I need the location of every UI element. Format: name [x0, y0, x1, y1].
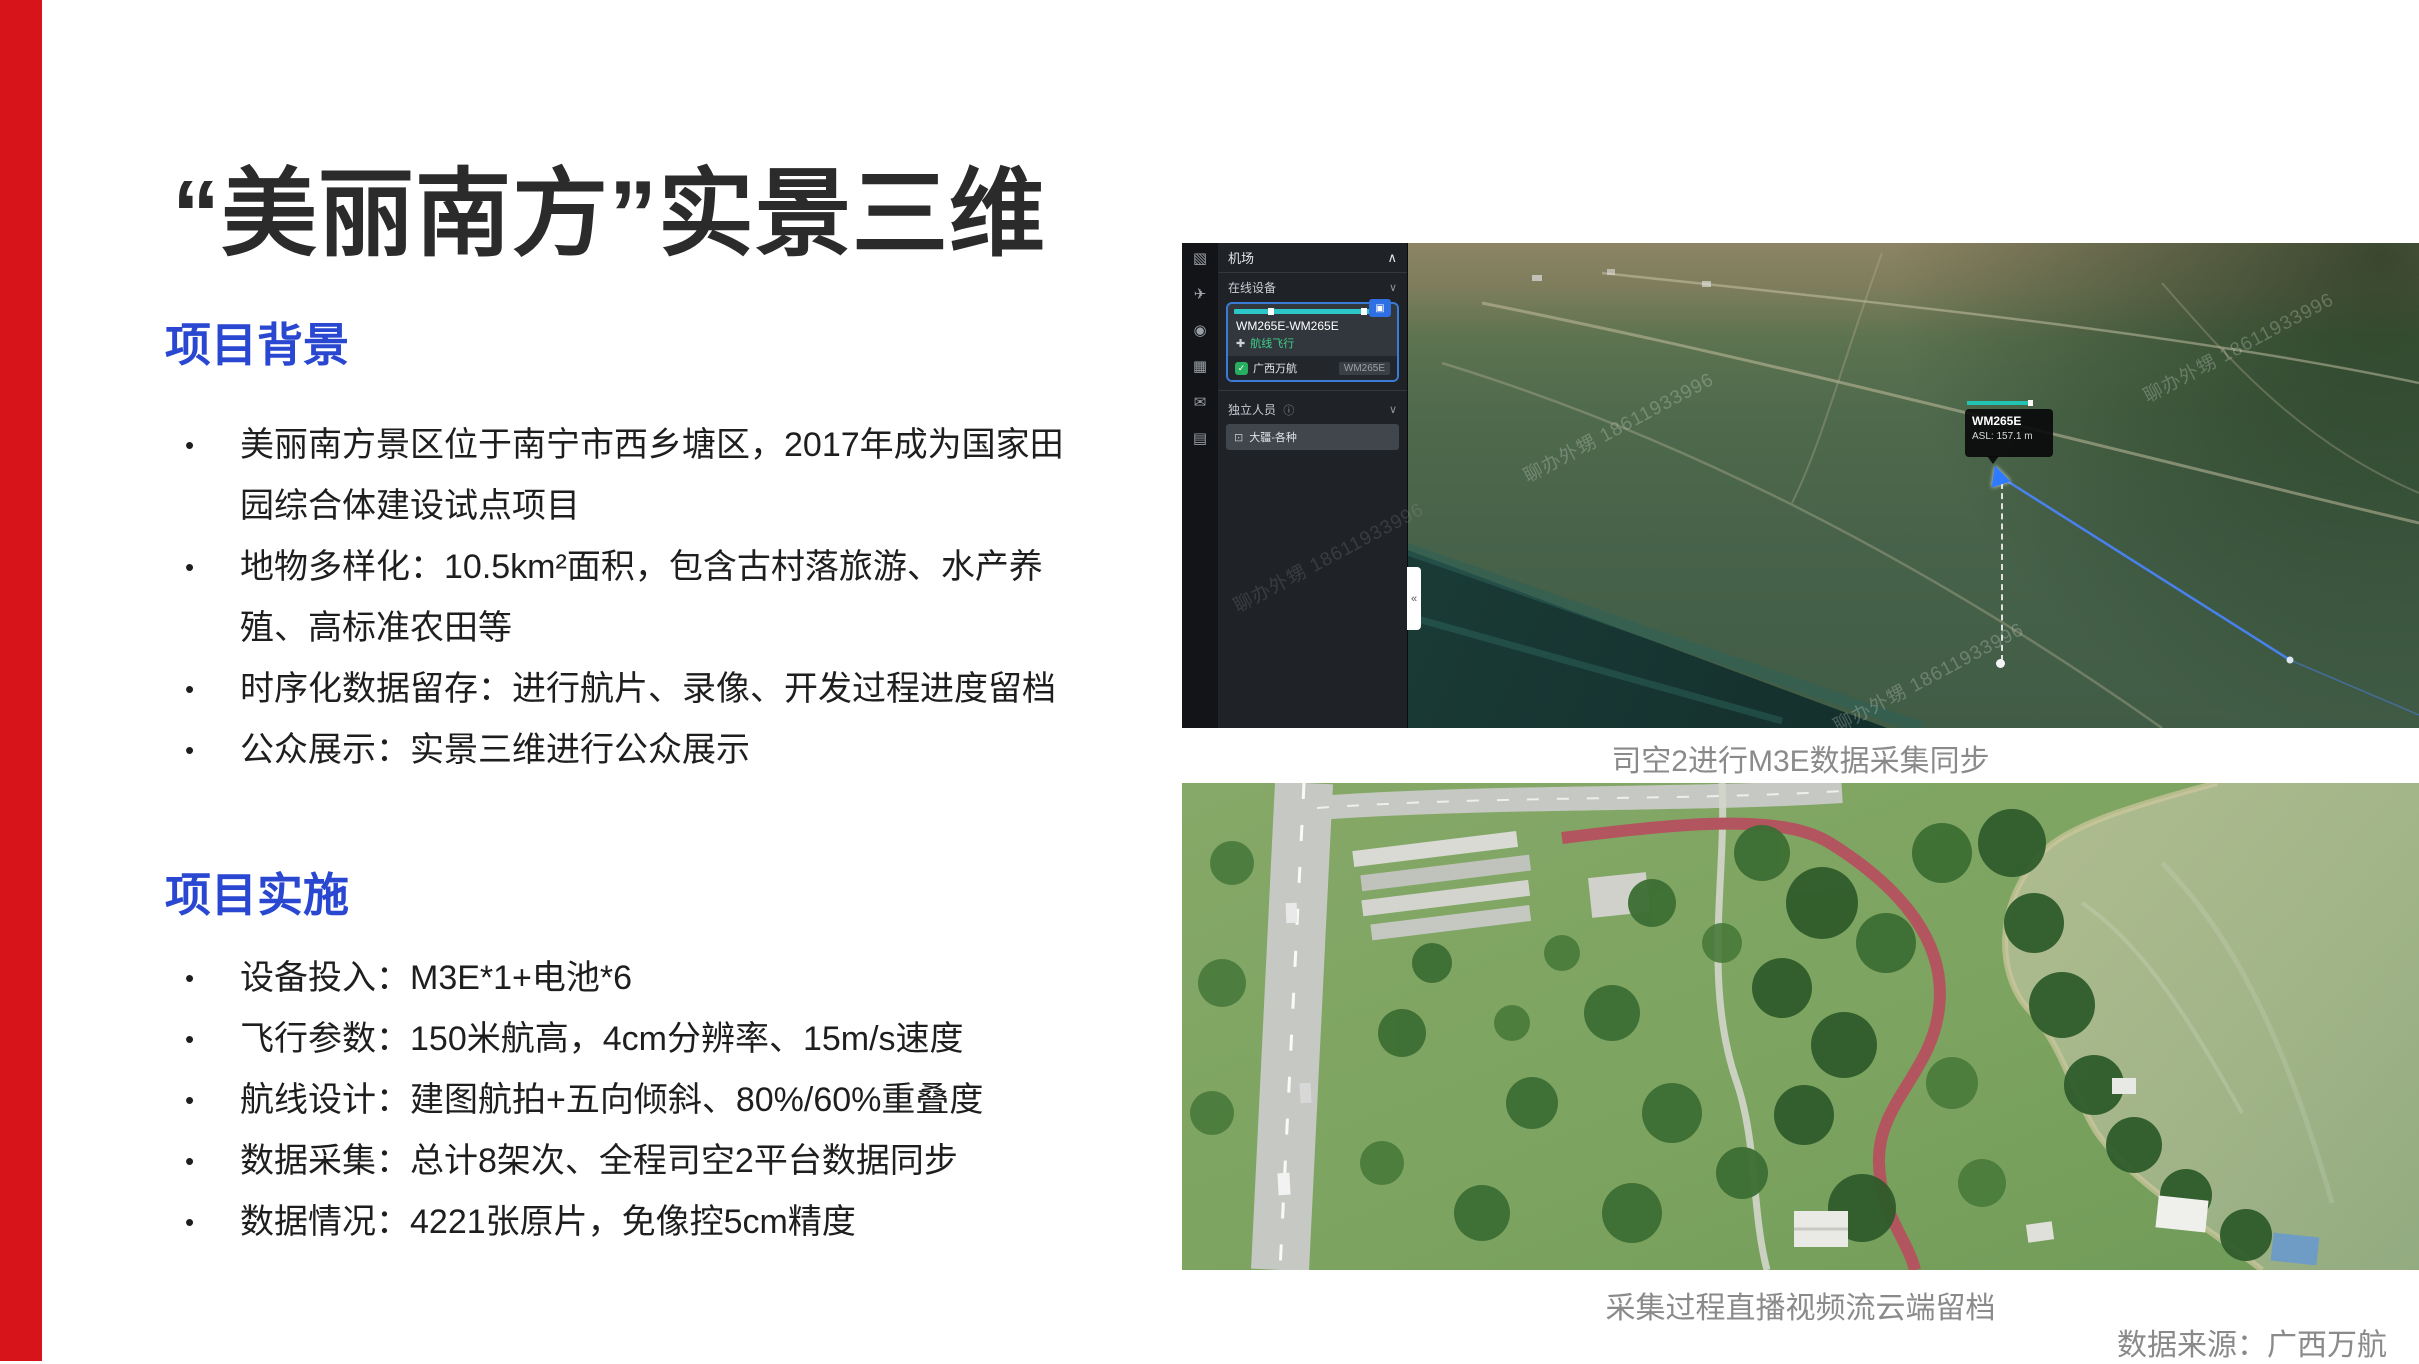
bullet-dot: •	[185, 415, 194, 476]
collapse-arrows-icon: «	[1411, 593, 1417, 605]
panel-collapse-button[interactable]: «	[1407, 567, 1421, 630]
bullet-item: • 美丽南方景区位于南宁市西乡塘区，2017年成为国家田园综合体建设试点项目	[183, 415, 1083, 537]
bullet-text: 航线设计：建图航拍+五向倾斜、80%/60%重叠度	[240, 1081, 983, 1119]
flight-route-icon[interactable]: ✈	[1194, 287, 1207, 302]
bullet-dot: •	[185, 948, 194, 1009]
bullet-dot: •	[185, 1131, 194, 1192]
personnel-item[interactable]: ⊡ 大疆-各种	[1226, 424, 1399, 450]
bullet-item: • 数据情况：4221张原片，免像控5cm精度	[183, 1192, 1083, 1253]
personnel-item-label: 大疆-各种	[1249, 429, 1297, 445]
ground-point-dot	[1996, 659, 2005, 668]
info-icon[interactable]: ⓘ	[1283, 405, 1294, 417]
page-title: “美丽南方”实景三维	[172, 150, 1172, 280]
device-progress-bar	[1234, 309, 1391, 314]
figure-flight-software-screenshot: WM265E ASL: 157.1 m ▧ ✈ ◉ ▦ ✉ ▤ 机场 ∧ 在线设…	[1182, 243, 2419, 728]
bullet-text: 飞行参数：150米航高，4cm分辨率、15m/s速度	[240, 1020, 964, 1058]
tooltip-asl-value: ASL: 157.1 m	[1972, 430, 2046, 443]
online-devices-chevron-icon[interactable]: ∨	[1389, 281, 1397, 294]
bullet-list-implementation: • 设备投入：M3E*1+电池*6 • 飞行参数：150米航高，4cm分辨率、15m/…	[183, 948, 1083, 1253]
tooltip-pointer	[1987, 456, 1999, 464]
panel-divider	[1218, 390, 1407, 391]
bullet-text: 美丽南方景区位于南宁市西乡塘区，2017年成为国家田园综合体建设试点项目	[240, 426, 1064, 525]
collapse-panel-icon[interactable]: ∧	[1387, 250, 1397, 266]
bullet-list-background: • 美丽南方景区位于南宁市西乡塘区，2017年成为国家田园综合体建设试点项目 • 地物…	[183, 415, 1083, 781]
bullet-item: • 飞行参数：150米航高，4cm分辨率、15m/s速度	[183, 1009, 1083, 1070]
monitor-icon: ⊡	[1234, 431, 1243, 444]
bullet-dot: •	[185, 1009, 194, 1070]
globe-project-icon[interactable]: ◉	[1193, 323, 1206, 338]
section-heading-background: 项目背景	[165, 318, 349, 373]
bullet-item: • 数据采集：总计8架次、全程司空2平台数据同步	[183, 1131, 1083, 1192]
device-model-badge: WM265E	[1339, 362, 1390, 375]
device-name: WM265E-WM265E	[1228, 318, 1397, 333]
bullet-text: 数据采集：总计8架次、全程司空2平台数据同步	[240, 1142, 958, 1180]
bullet-item: • 地物多样化：10.5km²面积，包含古村落旅游、水产养殖、高标准农田等	[183, 537, 1083, 659]
bullet-text: 时序化数据留存：进行航片、录像、开发过程进度留档	[240, 670, 1056, 708]
battery-bar	[1967, 401, 2031, 405]
bullet-item: • 设备投入：M3E*1+电池*6	[183, 948, 1083, 1009]
section-heading-implementation: 项目实施	[165, 868, 349, 923]
device-card[interactable]: WM265E-WM265E ▣ ✚ 航线飞行 ✓ 广西万航 WM265E	[1226, 302, 1399, 382]
message-icon[interactable]: ✉	[1194, 395, 1207, 410]
altitude-drop-line	[2001, 483, 2003, 661]
bullet-dot: •	[185, 1070, 194, 1131]
media-library-icon[interactable]: ▧	[1193, 251, 1207, 266]
devices-icon[interactable]: ▦	[1193, 359, 1207, 374]
bullet-dot: •	[185, 720, 194, 781]
bullet-item: • 航线设计：建图航拍+五向倾斜、80%/60%重叠度	[183, 1070, 1083, 1131]
bullet-dot: •	[185, 659, 194, 720]
bullet-item: • 公众展示：实景三维进行公众展示	[183, 720, 1083, 781]
tooltip-drone-name: WM265E	[1972, 413, 2046, 430]
personnel-label: 独立人员	[1228, 403, 1276, 417]
bullet-text: 设备投入：M3E*1+电池*6	[240, 959, 632, 997]
panel-title: 机场	[1228, 248, 1254, 267]
bullet-item: • 时序化数据留存：进行航片、录像、开发过程进度留档	[183, 659, 1083, 720]
bullet-dot: •	[185, 1192, 194, 1253]
camera-icon: ▣	[1375, 303, 1384, 314]
live-view-button[interactable]: ▣	[1369, 302, 1391, 317]
bullet-text: 地物多样化：10.5km²面积，包含古村落旅游、水产养殖、高标准农田等	[240, 548, 1043, 647]
drone-telemetry-tooltip: WM265E ASL: 157.1 m	[1965, 409, 2053, 457]
calendar-icon[interactable]: ▤	[1193, 431, 1207, 446]
bullet-text: 数据情况：4221张原片，免像控5cm精度	[240, 1203, 856, 1241]
bullet-text: 公众展示：实景三维进行公众展示	[240, 731, 750, 769]
drone-icon: ✚	[1236, 337, 1245, 350]
aerial-photo-scene	[1182, 783, 2419, 1270]
device-org: 广西万航	[1253, 360, 1297, 376]
left-accent-bar	[0, 0, 42, 1361]
device-status: 航线飞行	[1250, 335, 1294, 351]
app-icon-rail: ▧ ✈ ◉ ▦ ✉ ▤	[1182, 243, 1218, 728]
bullet-dot: •	[185, 537, 194, 598]
device-panel: 机场 ∧ 在线设备 ∨ WM265E-WM265E ▣ ✚ 航线飞行 ✓ 广西万…	[1218, 243, 1408, 728]
online-devices-label: 在线设备	[1228, 279, 1276, 296]
figure1-caption: 司空2进行M3E数据采集同步	[1182, 736, 2419, 780]
personnel-chevron-icon[interactable]: ∨	[1389, 403, 1397, 416]
figure-aerial-photo	[1182, 783, 2419, 1270]
org-badge-icon: ✓	[1235, 362, 1248, 375]
data-source-note: 数据来源：广西万航	[2117, 1320, 2387, 1364]
